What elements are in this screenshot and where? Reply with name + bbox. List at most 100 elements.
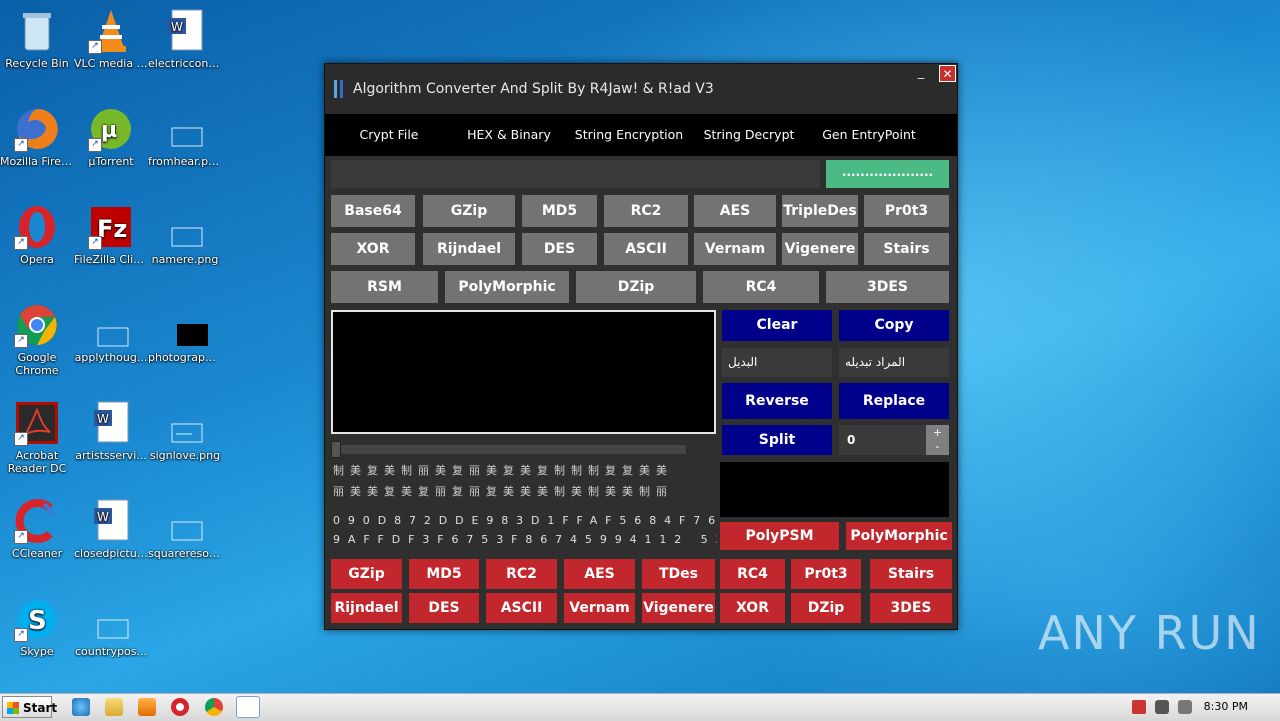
progress-slider-handle[interactable]	[331, 441, 341, 458]
vernam-decrypt-button[interactable]: Vernam	[564, 593, 635, 623]
desktop-icon-label: closedpictur...	[74, 547, 148, 560]
pr0t3-button[interactable]: Pr0t3	[864, 195, 949, 227]
tab-crypt-file[interactable]: Crypt File	[329, 114, 449, 156]
desktop-icon-closedpictur[interactable]: W closedpictur...	[74, 498, 148, 560]
3des-button[interactable]: 3DES	[826, 271, 949, 303]
desktop-icon-filezilla[interactable]: Fz ↗ FileZilla Client	[74, 204, 148, 266]
md5-decrypt-button[interactable]: MD5	[409, 559, 479, 589]
gzip-decrypt-button[interactable]: GZip	[331, 559, 402, 589]
volume-icon[interactable]	[1178, 700, 1192, 714]
rijndael-decrypt-button[interactable]: Rijndael	[331, 593, 402, 623]
gzip-button[interactable]: GZip	[423, 195, 515, 227]
desktop-icon-namere[interactable]: namere.png	[148, 204, 222, 266]
desktop-icon-opera[interactable]: ↗ Opera	[0, 204, 74, 266]
desktop-icon-applythoug[interactable]: applythoug...	[74, 302, 148, 364]
ascii-decrypt-button[interactable]: ASCII	[486, 593, 557, 623]
opera-taskbar-icon[interactable]	[171, 698, 189, 716]
svg-text:S: S	[28, 606, 47, 636]
desktop-icon-squareresou[interactable]: squareresou...	[148, 498, 222, 560]
tripledes-button[interactable]: TripleDes	[782, 195, 858, 227]
aes-decrypt-button[interactable]: AES	[564, 559, 635, 589]
desktop-icon-photograph[interactable]: photograph...	[148, 302, 223, 364]
desktop-icon-chrome[interactable]: ↗ Google Chrome	[0, 302, 74, 377]
dzip-decrypt-button[interactable]: DZip	[791, 593, 861, 623]
replace-button[interactable]: Replace	[839, 383, 949, 419]
title-bar[interactable]: Algorithm Converter And Split By R4Jaw! …	[325, 64, 957, 114]
split-count-input[interactable]: 0	[839, 425, 926, 455]
skype-icon: S ↗	[14, 596, 60, 642]
des-decrypt-button[interactable]: DES	[409, 593, 479, 623]
system-clock[interactable]: 8:30 PM	[1204, 700, 1248, 713]
internet-explorer-icon[interactable]	[72, 698, 90, 716]
desktop-icon-electricconsi[interactable]: W electricconsi...	[148, 8, 222, 70]
cipher-glyph-line-2: 丽美美复美复丽复丽复美美美制美制美美制丽	[333, 485, 673, 498]
desktop-icon-acrobat[interactable]: ↗ Acrobat Reader DC	[0, 400, 74, 475]
xor-decrypt-button[interactable]: XOR	[720, 593, 785, 623]
rc2-decrypt-button[interactable]: RC2	[486, 559, 557, 589]
desktop-icon-artistsservi[interactable]: W artistsservi...	[74, 400, 148, 462]
vigenere-button[interactable]: Vigenere	[782, 233, 858, 265]
reverse-button[interactable]: Reverse	[722, 383, 832, 419]
rsm-button[interactable]: RSM	[331, 271, 438, 303]
desktop-icon-utorrent[interactable]: µ ↗ µTorrent	[74, 106, 148, 168]
desktop-icon-vlc[interactable]: ↗ VLC media player	[74, 8, 148, 70]
close-button[interactable]: ✕	[939, 65, 956, 82]
polymorphic-red-button[interactable]: PolyMorphic	[846, 522, 952, 550]
vigenere-decrypt-button[interactable]: Vigenere	[642, 593, 715, 623]
file-path-input[interactable]	[331, 160, 820, 188]
desktop-icon-signlove[interactable]: signlove.png	[148, 400, 222, 462]
network-icon[interactable]	[1155, 700, 1169, 714]
desktop-icon-fromhear[interactable]: fromhear.png	[148, 106, 222, 168]
rc4-button[interactable]: RC4	[703, 271, 819, 303]
algorithm-converter-taskbar-icon[interactable]	[236, 696, 260, 718]
app-logo-icon-part	[340, 80, 343, 98]
xor-button[interactable]: XOR	[331, 233, 415, 265]
clear-button[interactable]: Clear	[722, 310, 832, 341]
stepper-up-button[interactable]: +	[926, 425, 949, 440]
show-hidden-icons-icon[interactable]	[1110, 700, 1120, 712]
tab-string-encryption[interactable]: String Encryption	[569, 114, 689, 156]
dzip-button[interactable]: DZip	[576, 271, 696, 303]
recycle-bin-icon	[14, 8, 60, 54]
desktop-icon-label: Google Chrome	[15, 351, 59, 377]
vernam-button[interactable]: Vernam	[694, 233, 776, 265]
media-player-icon[interactable]	[138, 698, 156, 716]
base64-button[interactable]: Base64	[331, 195, 415, 227]
rijndael-button[interactable]: Rijndael	[423, 233, 515, 265]
aes-button[interactable]: AES	[694, 195, 776, 227]
desktop-icon-skype[interactable]: S ↗ Skype	[0, 596, 74, 658]
desktop-icon-firefox[interactable]: ↗ Mozilla Firefox	[0, 106, 74, 168]
svg-text:W: W	[97, 412, 109, 426]
tab-hex-binary[interactable]: HEX & Binary	[449, 114, 569, 156]
rc4-decrypt-button[interactable]: RC4	[720, 559, 785, 589]
copy-button[interactable]: Copy	[839, 310, 949, 341]
desktop-icon-recycle-bin[interactable]: Recycle Bin	[0, 8, 74, 70]
file-explorer-icon[interactable]	[105, 698, 123, 716]
replacement-input[interactable]: البديل	[722, 348, 832, 377]
find-input[interactable]: المراد تبديله	[839, 348, 949, 377]
des-button[interactable]: DES	[522, 233, 597, 265]
pr0t3-decrypt-button[interactable]: Pr0t3	[791, 559, 861, 589]
rc2-button[interactable]: RC2	[604, 195, 688, 227]
tab-gen-entrypoint[interactable]: Gen EntryPoint	[809, 114, 929, 156]
start-button[interactable]: Start	[2, 696, 57, 718]
chrome-taskbar-icon[interactable]	[205, 698, 223, 716]
browse-button[interactable]: ....................	[826, 160, 949, 188]
input-textarea[interactable]	[331, 310, 716, 434]
ascii-button[interactable]: ASCII	[604, 233, 688, 265]
minimize-button[interactable]: _	[913, 66, 929, 83]
polypsm-button[interactable]: PolyPSM	[720, 522, 839, 550]
tab-string-decrypt[interactable]: String Decrypt	[689, 114, 809, 156]
desktop-icon-ccleaner[interactable]: ↗ CCleaner	[0, 498, 74, 560]
stepper-down-button[interactable]: -	[926, 440, 949, 455]
split-button[interactable]: Split	[722, 425, 832, 455]
polymorphic-button[interactable]: PolyMorphic	[445, 271, 569, 303]
md5-button[interactable]: MD5	[522, 195, 597, 227]
3des-decrypt-button[interactable]: 3DES	[870, 593, 952, 623]
stairs-button[interactable]: Stairs	[864, 233, 949, 265]
stairs-decrypt-button[interactable]: Stairs	[870, 559, 952, 589]
image-file-icon	[162, 302, 223, 348]
tdes-decrypt-button[interactable]: TDes	[642, 559, 715, 589]
action-center-icon[interactable]	[1132, 700, 1146, 714]
desktop-icon-countrypos[interactable]: countrypos...	[74, 596, 148, 658]
